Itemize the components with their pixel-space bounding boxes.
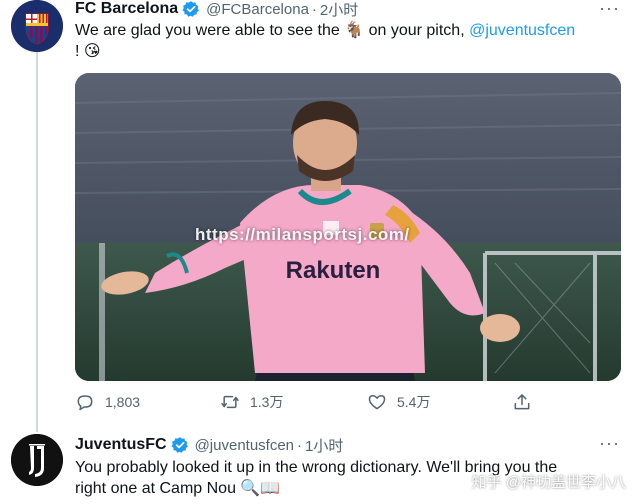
zhihu-watermark: 知乎 @神功盖世李小八 [471, 474, 626, 491]
share-button[interactable] [512, 392, 542, 412]
tweet1-action-bar: 1,803 1.3万 5.4万 [75, 392, 545, 416]
thread-connector [36, 50, 38, 432]
tweet1-text-line2: ! 😘 [75, 41, 101, 63]
share-icon [514, 394, 530, 410]
tweet1-text: We are glad you were able to see the [75, 22, 340, 39]
tweet1-text-line1: We are glad you were able to see the 🐐 o… [75, 20, 575, 42]
tweet1-exclaim: ! [75, 43, 80, 60]
tweet1-more-options-icon[interactable]: ··· [599, 0, 620, 19]
watermark-text: https://milansportsj.com/ [195, 225, 410, 244]
heart-icon [368, 395, 386, 410]
juventus-logo-icon [11, 434, 63, 486]
tweet2-separator: · [297, 436, 303, 454]
tweet2-text-line2: right one at Camp Nou 🔍📖 [75, 478, 280, 500]
tweet1-author-handle[interactable]: @FCBarcelona [206, 1, 309, 18]
mention-juventusfcen[interactable]: @juventusfcen [469, 22, 575, 39]
reply-icon [77, 395, 93, 411]
kiss-emoji: 😘 [83, 43, 101, 60]
tweet1-separator: · [311, 0, 317, 18]
reply-button[interactable]: 1,803 [75, 392, 140, 412]
tweet2-more-options-icon[interactable]: ··· [599, 433, 620, 454]
verified-badge-icon [171, 437, 188, 453]
tweet2-timestamp[interactable]: 1小时 [305, 435, 343, 456]
tweet1-media-image[interactable]: Rakuten https://milansportsj.com/ [75, 73, 621, 381]
tweet1-text-cont: on your pitch, [364, 22, 470, 39]
tweet2-header: JuventusFC @juventusfcen · 1小时 [75, 435, 343, 456]
fcbarcelona-avatar[interactable] [11, 0, 63, 52]
retweet-icon [221, 395, 239, 409]
goat-emoji: 🐐 [344, 22, 365, 39]
like-button[interactable]: 5.4万 [367, 392, 430, 412]
tweet1-author-name[interactable]: FC Barcelona [75, 0, 178, 18]
tweet2-text: right one at Camp Nou [75, 480, 241, 497]
reply-count: 1,803 [105, 394, 141, 410]
tweet1-timestamp[interactable]: 2小时 [320, 0, 358, 20]
tweet2-author-handle[interactable]: @juventusfcen [195, 437, 294, 454]
fcbarcelona-crest-icon [11, 0, 63, 52]
sponsor-text: Rakuten [286, 257, 381, 284]
juventus-avatar[interactable] [11, 434, 63, 486]
like-count: 5.4万 [397, 394, 431, 410]
verified-badge-icon [182, 1, 200, 17]
tweet1-header: FC Barcelona @FCBarcelona · 2小时 [75, 0, 358, 20]
retweet-button[interactable]: 1.3万 [220, 392, 283, 412]
retweet-count: 1.3万 [250, 394, 284, 410]
tweet2-author-name[interactable]: JuventusFC [75, 436, 167, 454]
search-book-emoji: 🔍📖 [240, 480, 281, 497]
